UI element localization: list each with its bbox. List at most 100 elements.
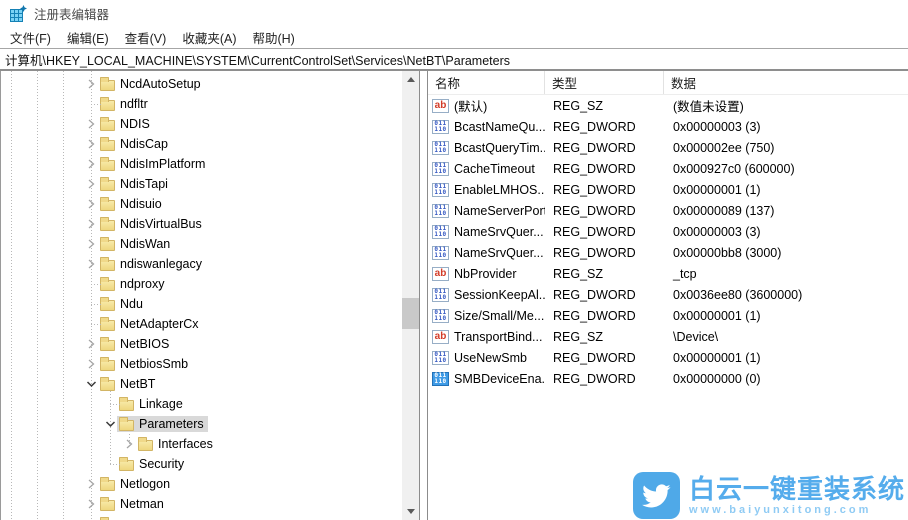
column-header-1[interactable]: 类型	[545, 71, 664, 94]
chevron-right-icon[interactable]	[121, 437, 136, 451]
tree-scrollbar[interactable]	[402, 71, 419, 520]
tree-item-NetBIOS[interactable]: NetBIOS	[1, 334, 401, 354]
value-row-Size/Small/Me...[interactable]: 011 110 Size/Small/Me... REG_DWORD 0x0000000…	[428, 305, 908, 326]
chevron-right-icon[interactable]	[83, 217, 98, 231]
value-row-UseNewSmb[interactable]: 011 110 UseNewSmb REG_DWORD 0x00000001 (1)	[428, 347, 908, 368]
dword-icon: 011 110	[432, 140, 449, 155]
chevron-right-icon[interactable]	[83, 357, 98, 371]
value-row-TransportBind...[interactable]: ab TransportBind... REG_SZ \Device\	[428, 326, 908, 347]
value-row-NameSrvQuer...[interactable]: 011 110 NameSrvQuer... REG_DWORD 0x00000bb8 …	[428, 242, 908, 263]
value-row-SessionKeepAl...[interactable]: 011 110 SessionKeepAl... REG_DWORD 0x0036ee8…	[428, 284, 908, 305]
tree-item-Ndisuio[interactable]: Ndisuio	[1, 194, 401, 214]
value-data: 0x00000089 (137)	[673, 203, 775, 218]
folder-icon	[100, 157, 115, 171]
tree-item-Security[interactable]: Security	[1, 454, 401, 474]
tree-item-Ndu[interactable]: Ndu	[1, 294, 401, 314]
value-type: REG_SZ	[553, 98, 604, 113]
column-header-2[interactable]: 数据	[664, 71, 908, 94]
chevron-right-icon[interactable]	[83, 177, 98, 191]
menu-favorites[interactable]: 收藏夹(A)	[174, 26, 244, 49]
chevron-right-icon[interactable]	[83, 237, 98, 251]
tree-item-partial[interactable]	[1, 514, 401, 520]
scrollbar-thumb[interactable]	[402, 298, 419, 329]
tree-item-Linkage[interactable]: Linkage	[1, 394, 401, 414]
menu-file[interactable]: 文件(F)	[2, 26, 59, 49]
folder-icon	[119, 417, 134, 431]
value-type: REG_DWORD	[553, 224, 636, 239]
menu-edit[interactable]: 编辑(E)	[59, 26, 117, 49]
value-row-BcastQueryTim...[interactable]: 011 110 BcastQueryTim... REG_DWORD 0x000002e…	[428, 137, 908, 158]
value-type: REG_DWORD	[553, 140, 636, 155]
tree-items: NcdAutoSetup ndfltr NDIS NdisCap NdisImPlatf…	[1, 74, 401, 520]
value-name: NameSrvQuer...	[454, 245, 544, 260]
tree-item-NetBT[interactable]: NetBT	[1, 374, 401, 394]
value-row-(默认)[interactable]: ab (默认) REG_SZ (数值未设置)	[428, 95, 908, 116]
value-type: REG_DWORD	[553, 203, 636, 218]
tree-item-NcdAutoSetup[interactable]: NcdAutoSetup	[1, 74, 401, 94]
folder-icon	[100, 477, 115, 491]
value-name: NbProvider	[454, 266, 517, 281]
tree-item-label: Netman	[120, 497, 164, 511]
value-data: (数值未设置)	[673, 100, 744, 114]
no-expander	[83, 277, 98, 291]
tree-item-NDIS[interactable]: NDIS	[1, 114, 401, 134]
tree-item-NdisCap[interactable]: NdisCap	[1, 134, 401, 154]
chevron-right-icon[interactable]	[83, 137, 98, 151]
tree-item-NdisWan[interactable]: NdisWan	[1, 234, 401, 254]
chevron-down-icon[interactable]	[102, 417, 117, 431]
string-icon: ab	[432, 329, 449, 344]
folder-icon	[100, 137, 115, 151]
value-row-BcastNameQu...[interactable]: 011 110 BcastNameQu... REG_DWORD 0x00000003 …	[428, 116, 908, 137]
value-row-NameServerPort[interactable]: 011 110 NameServerPort REG_DWORD 0x00000089 …	[428, 200, 908, 221]
value-type: REG_SZ	[553, 329, 604, 344]
chevron-right-icon[interactable]	[83, 77, 98, 91]
chevron-down-icon[interactable]	[83, 377, 98, 391]
chevron-right-icon[interactable]	[83, 497, 98, 511]
value-row-NameSrvQuer...[interactable]: 011 110 NameSrvQuer... REG_DWORD 0x00000003 …	[428, 221, 908, 242]
pane-splitter[interactable]	[420, 71, 427, 520]
tree-item-Netlogon[interactable]: Netlogon	[1, 474, 401, 494]
menu-view[interactable]: 查看(V)	[117, 26, 175, 49]
tree-item-NdisImPlatform[interactable]: NdisImPlatform	[1, 154, 401, 174]
tree-item-NetAdapterCx[interactable]: NetAdapterCx	[1, 314, 401, 334]
no-expander	[83, 97, 98, 111]
tree-item-label: NdisTapi	[120, 177, 168, 191]
value-row-NbProvider[interactable]: ab NbProvider REG_SZ _tcp	[428, 263, 908, 284]
folder-icon	[100, 497, 115, 511]
column-header-0[interactable]: 名称	[428, 71, 545, 94]
tree-item-NetbiosSmb[interactable]: NetbiosSmb	[1, 354, 401, 374]
chevron-right-icon[interactable]	[83, 197, 98, 211]
chevron-right-icon[interactable]	[83, 117, 98, 131]
tree-item-label: Ndisuio	[120, 197, 162, 211]
tree-item-ndiswanlegacy[interactable]: ndiswanlegacy	[1, 254, 401, 274]
value-name: SMBDeviceEna...	[454, 371, 545, 386]
tree-item-Parameters[interactable]: Parameters	[1, 414, 401, 434]
tree-item-Netman[interactable]: Netman	[1, 494, 401, 514]
no-expander	[102, 457, 117, 471]
value-name: BcastNameQu...	[454, 119, 545, 134]
tree-item-ndfltr[interactable]: ndfltr	[1, 94, 401, 114]
folder-icon	[100, 257, 115, 271]
scroll-down-button[interactable]	[402, 503, 419, 520]
value-name: EnableLMHOS...	[454, 182, 545, 197]
value-row-EnableLMHOS...[interactable]: 011 110 EnableLMHOS... REG_DWORD 0x00000001 …	[428, 179, 908, 200]
value-type: REG_DWORD	[553, 119, 636, 134]
tree-item-ndproxy[interactable]: ndproxy	[1, 274, 401, 294]
tree-item-NdisTapi[interactable]: NdisTapi	[1, 174, 401, 194]
chevron-right-icon[interactable]	[83, 477, 98, 491]
scroll-up-button[interactable]	[402, 71, 419, 88]
list-rows: ab (默认) REG_SZ (数值未设置) 011 110 BcastNameQu... R…	[428, 95, 908, 520]
value-type: REG_SZ	[553, 266, 604, 281]
chevron-right-icon[interactable]	[83, 157, 98, 171]
value-row-CacheTimeout[interactable]: 011 110 CacheTimeout REG_DWORD 0x000927c0 (6…	[428, 158, 908, 179]
value-row-SMBDeviceEna...[interactable]: 011 110 SMBDeviceEna... REG_DWORD 0x00000000…	[428, 368, 908, 389]
folder-icon	[100, 97, 115, 111]
chevron-right-icon[interactable]	[83, 257, 98, 271]
address-bar[interactable]: 计算机\HKEY_LOCAL_MACHINE\SYSTEM\CurrentCon…	[0, 48, 908, 71]
menu-help[interactable]: 帮助(H)	[244, 26, 302, 49]
tree-item-NdisVirtualBus[interactable]: NdisVirtualBus	[1, 214, 401, 234]
value-data: 0x000927c0 (600000)	[673, 161, 795, 176]
tree-item-Interfaces[interactable]: Interfaces	[1, 434, 401, 454]
chevron-right-icon[interactable]	[83, 337, 98, 351]
value-list-pane: 名称 类型 数据 ab (默认) REG_SZ (数值未设置) 011 110 BcastNam…	[427, 71, 908, 520]
